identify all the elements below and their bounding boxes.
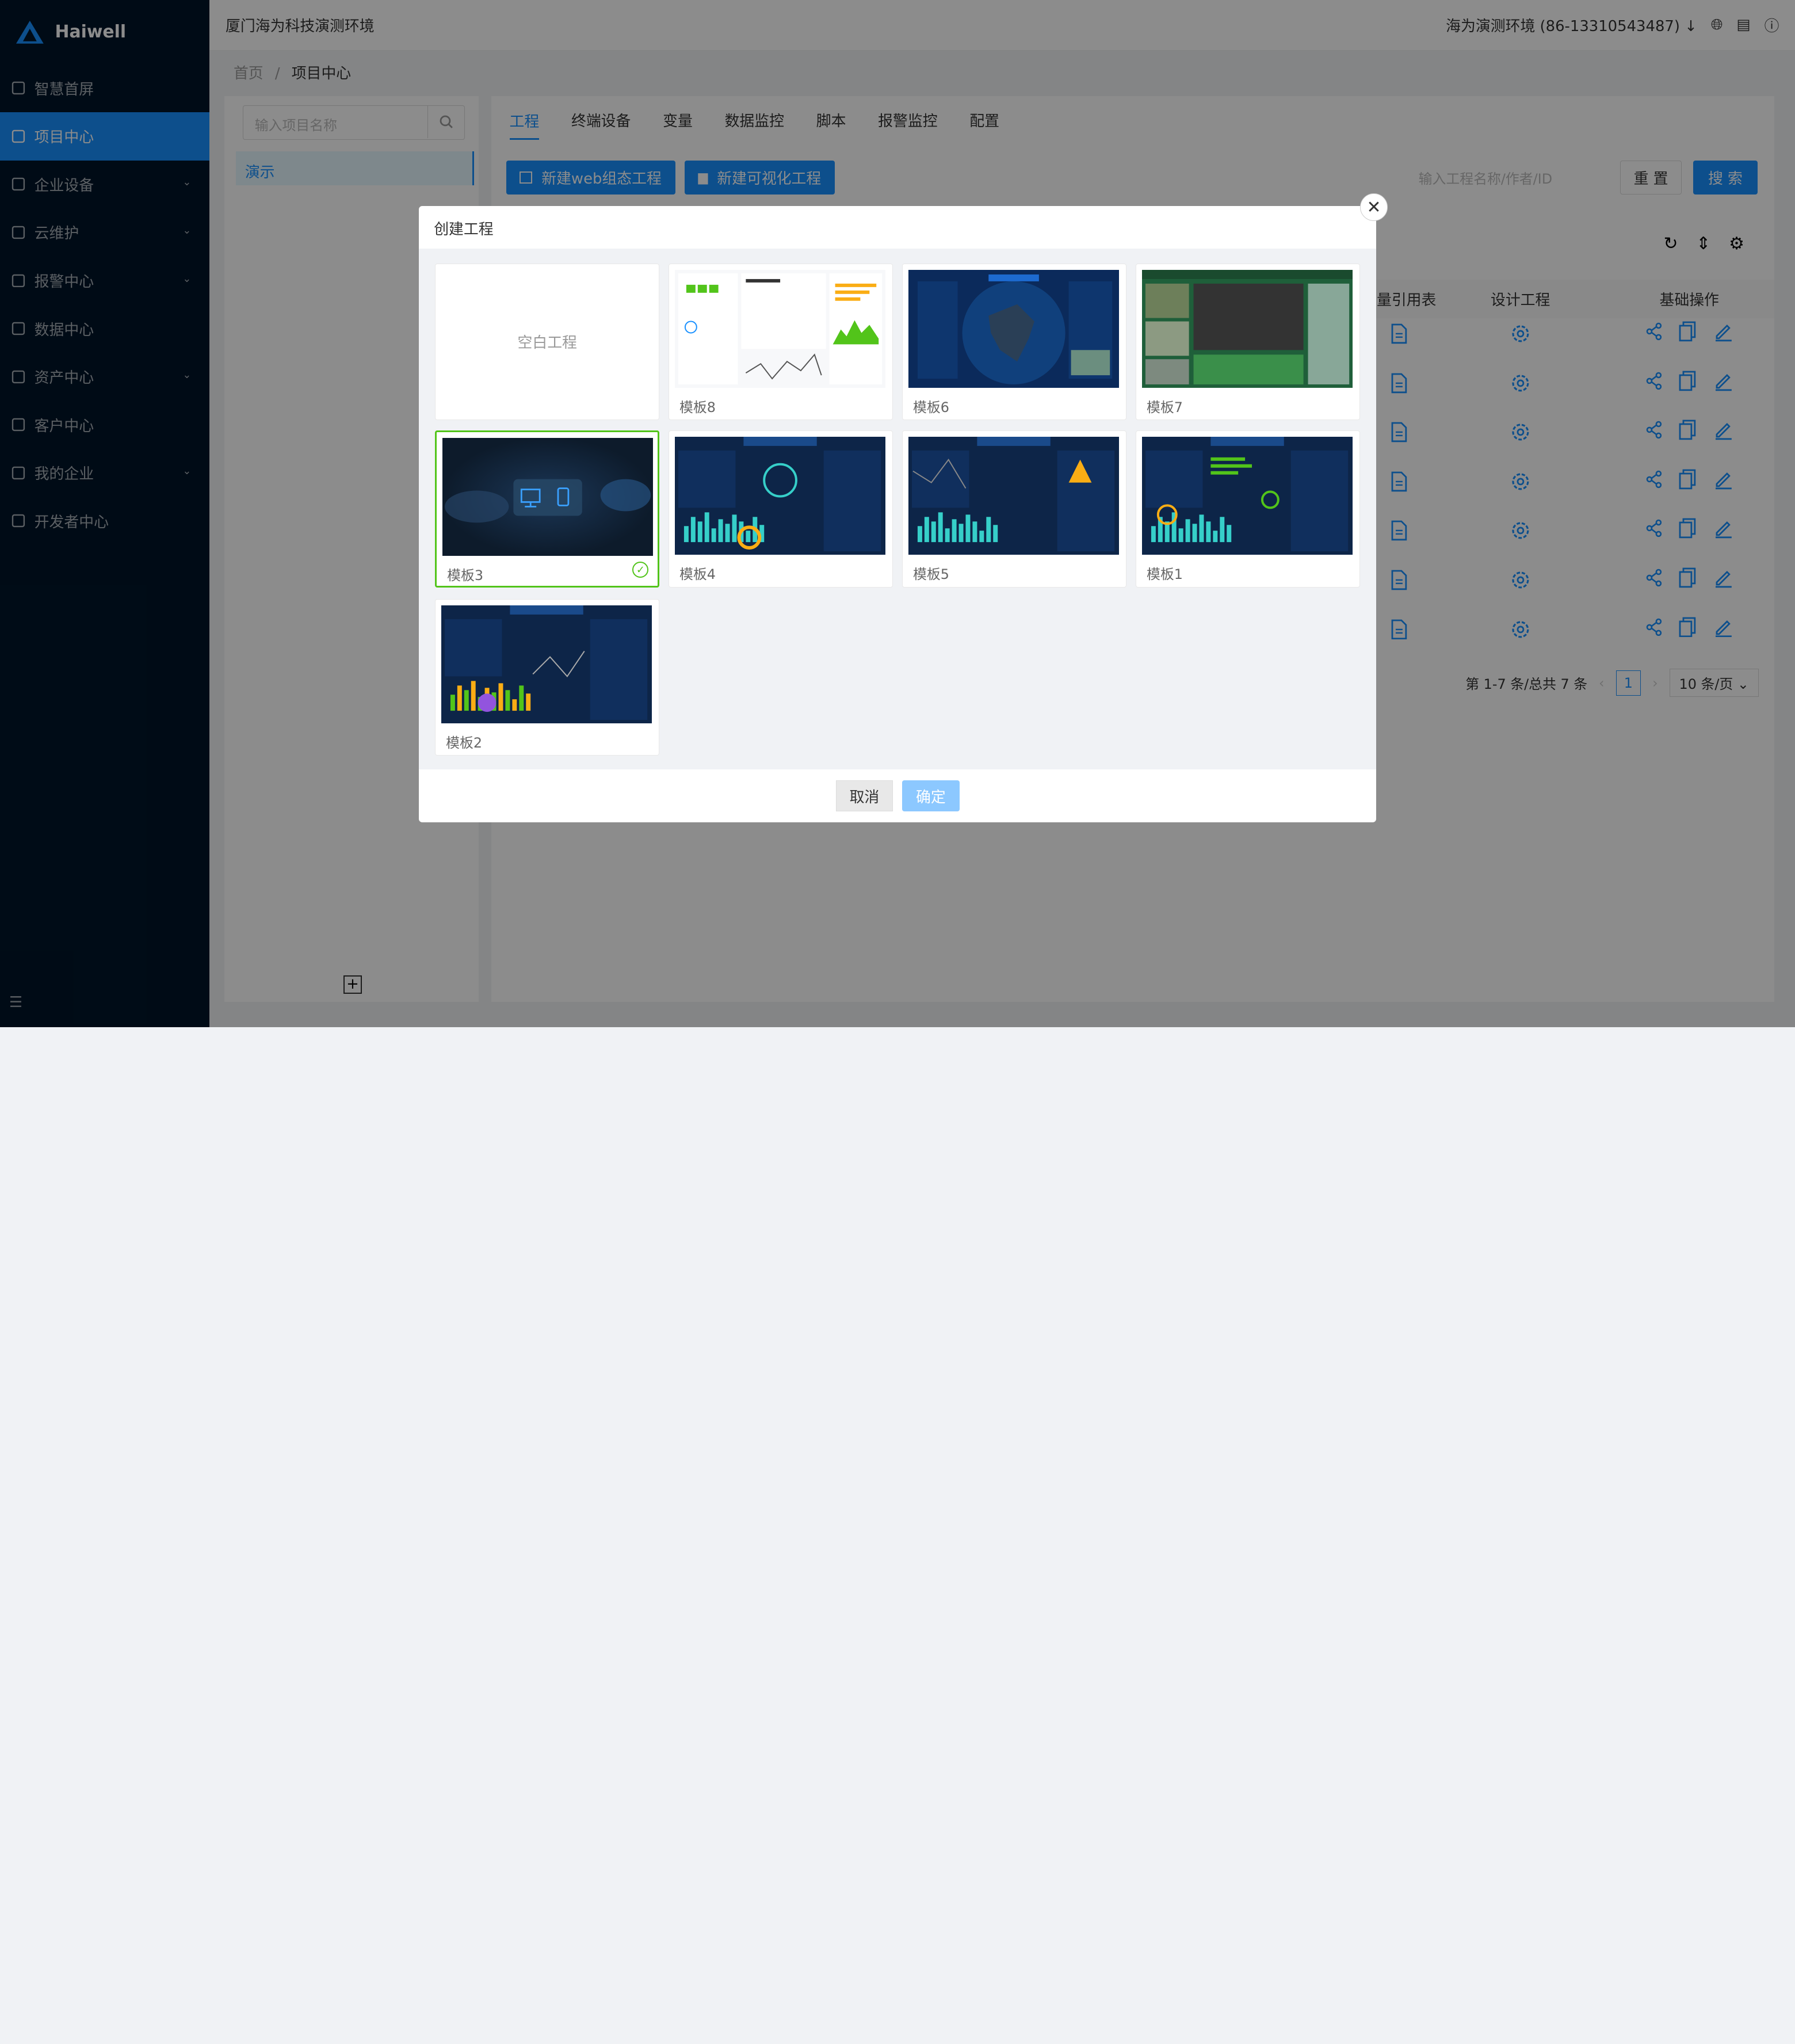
modal-title: 创建工程 [434,221,494,239]
template-card[interactable]: 模板1 [1136,430,1361,588]
template-label: 模板1 [1146,566,1183,583]
template-thumbnail [1142,269,1353,388]
template-card[interactable]: 模板2 [435,598,660,756]
template-thumbnail [441,605,652,723]
template-label: 模板8 [679,399,716,415]
template-grid: 空白工程模板8 模板6 模板7 模板3 ✓ 模板4 模板5 模板1 模板2 [419,248,1376,770]
template-label: 模板3 [447,567,484,584]
template-card[interactable]: 模板6 [902,263,1127,421]
template-card[interactable]: 模板5 [902,430,1127,588]
template-thumbnail [442,438,654,556]
template-label: 空白工程 [517,334,577,352]
close-icon[interactable]: ✕ [1360,193,1388,222]
check-circle-icon: ✓ [632,562,649,578]
template-thumbnail [1142,437,1353,555]
template-thumbnail [675,269,886,388]
template-thumbnail [675,437,886,555]
template-card[interactable]: 模板3 ✓ [435,430,660,588]
template-label: 模板2 [446,734,483,751]
template-card[interactable]: 模板8 [669,263,893,421]
template-thumbnail [908,269,1120,388]
cancel-button[interactable]: 取消 [835,780,893,811]
template-card[interactable]: 空白工程 [435,263,660,421]
template-label: 模板7 [1146,399,1183,415]
template-card[interactable]: 模板4 [669,430,893,588]
template-label: 模板6 [913,399,949,415]
template-label: 模板4 [679,566,716,583]
template-thumbnail [908,437,1120,555]
create-project-modal: 创建工程 ✕ 空白工程 模板8 模板6 模板7 模板3 ✓ 模板4 模板5 模板1 模板2 取消 … [419,193,1388,822]
template-label: 模板5 [913,566,949,583]
confirm-button[interactable]: 确定 [902,780,960,811]
template-card[interactable]: 模板7 [1136,263,1361,421]
